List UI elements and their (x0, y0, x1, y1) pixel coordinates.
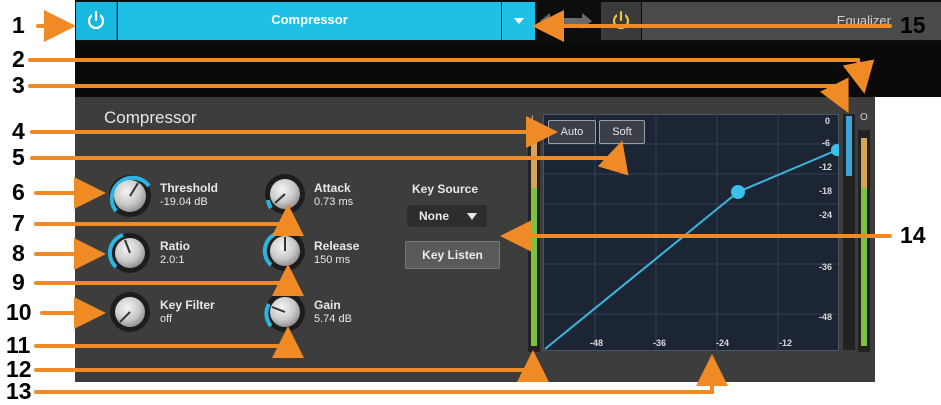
callout-13: 13 (6, 378, 32, 404)
callout-9: 9 (12, 269, 25, 295)
callout-arrows (28, 10, 892, 394)
callout-14: 14 (900, 222, 926, 248)
callout-11: 11 (6, 332, 31, 358)
callout-4: 4 (12, 118, 25, 144)
callout-1: 1 (12, 12, 25, 38)
callout-5: 5 (12, 144, 25, 170)
callout-7: 7 (12, 210, 25, 236)
callout-8: 8 (12, 240, 25, 266)
callout-15: 15 (900, 12, 926, 38)
callout-3: 3 (12, 72, 25, 98)
callout-2: 2 (12, 46, 25, 72)
callout-6: 6 (12, 179, 25, 205)
compressor-plugin-window: Compressor Equalizer Compressor Threshol… (0, 0, 941, 405)
callout-10: 10 (6, 299, 32, 325)
